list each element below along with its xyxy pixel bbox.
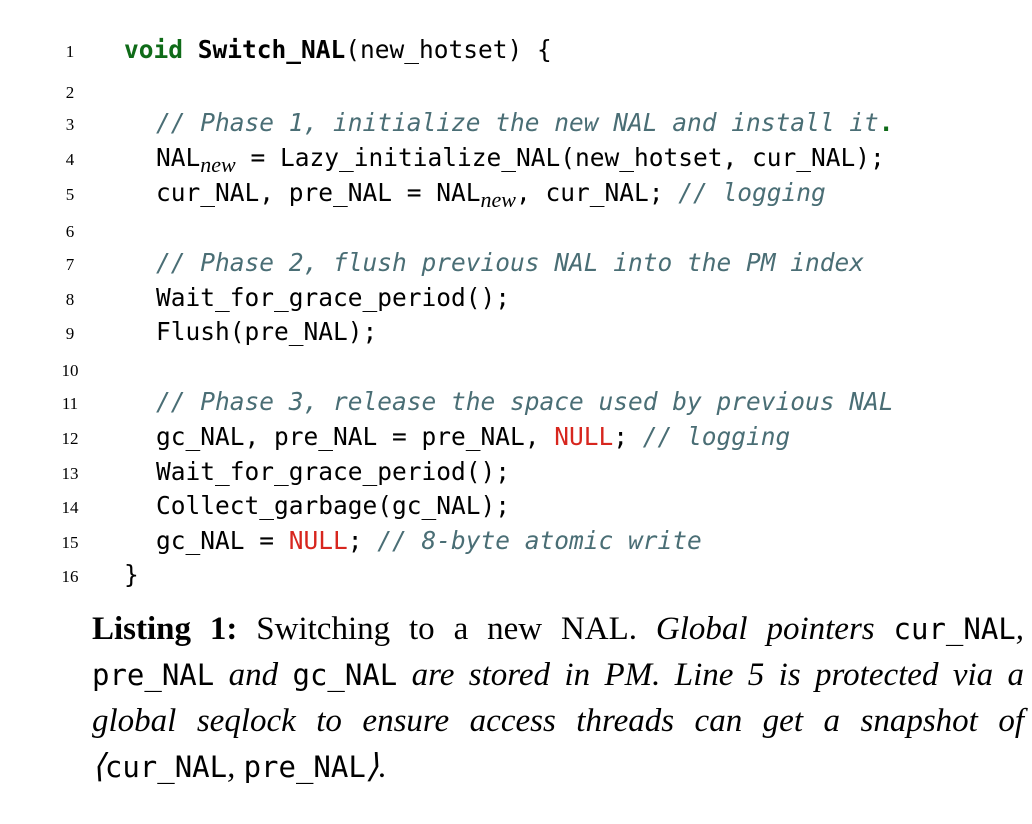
code-part: Wait_for_grace_period(); — [156, 283, 511, 312]
code-line: 9 Flush(pre_NAL); — [0, 315, 1032, 349]
line-number: 2 — [65, 83, 75, 102]
code-comment: // Phase 2, flush previous NAL into the … — [156, 248, 865, 277]
code-line: 16 } — [0, 558, 1032, 592]
code-text: NALnew = Lazy_initialize_NAL(new_hotset,… — [124, 141, 885, 177]
code-line: 6 — [0, 213, 1032, 247]
caption-label: Listing 1: — [92, 611, 238, 647]
code-line: 14 Collect_garbage(gc_NAL); — [0, 489, 1032, 523]
code-line: 10 — [0, 352, 1032, 386]
code-part: ; — [347, 526, 378, 555]
code-part: NAL — [156, 143, 201, 172]
subscript: new — [480, 187, 516, 212]
code-part: gc_NAL, pre_NAL = pre_NAL, — [156, 422, 555, 451]
code-text: } — [124, 558, 139, 592]
function-name: Switch_NAL — [197, 35, 346, 64]
null-literal: NULL — [288, 526, 348, 555]
code-text: Wait_for_grace_period(); — [124, 455, 510, 489]
code-part: Wait_for_grace_period(); — [156, 457, 511, 486]
code-text: Collect_garbage(gc_NAL); — [124, 489, 510, 523]
code-line: 5 cur_NAL, pre_NAL = NALnew, cur_NAL; //… — [0, 176, 1032, 212]
caption-text: , — [1015, 611, 1024, 647]
code-line: 12 gc_NAL, pre_NAL = pre_NAL, NULL; // l… — [0, 420, 1032, 454]
code-ref: pre_NAL — [243, 750, 366, 784]
null-literal: NULL — [554, 422, 614, 451]
listing-caption: Listing 1: Switching to a new NAL. Globa… — [92, 606, 1024, 790]
line-number: 5 — [65, 185, 75, 204]
caption-text: and — [214, 657, 293, 693]
code-part: = Lazy_initialize_NAL(new_hotset, cur_NA… — [235, 143, 885, 172]
line-number: 11 — [61, 394, 79, 413]
code-part: } — [124, 560, 139, 589]
code-ref: cur_NAL — [893, 612, 1016, 646]
line-number: 9 — [65, 324, 75, 343]
code-line: 4 NALnew = Lazy_initialize_NAL(new_hotse… — [0, 141, 1032, 177]
code-part: gc_NAL = — [156, 526, 289, 555]
code-text: // Phase 1, initialize the new NAL and i… — [124, 106, 894, 140]
code-part: Flush(pre_NAL); — [156, 317, 378, 346]
caption-text: Global pointers — [655, 611, 894, 647]
code-comment: // 8-byte atomic write — [377, 526, 702, 555]
line-number: 13 — [61, 464, 79, 483]
code-text: void Switch_NAL(new_hotset) { — [124, 33, 552, 67]
comment-dot: . — [878, 108, 894, 137]
code-rest: (new_hotset) { — [345, 35, 552, 64]
code-line: 15 gc_NAL = NULL; // 8-byte atomic write — [0, 524, 1032, 558]
code-line: 3 // Phase 1, initialize the new NAL and… — [0, 106, 1032, 140]
code-part: ; — [613, 422, 643, 451]
code-text: Flush(pre_NAL); — [124, 315, 377, 349]
code-part: cur_NAL, pre_NAL = NAL — [156, 178, 481, 207]
code-comment: // logging — [642, 422, 791, 451]
line-number: 4 — [65, 150, 75, 169]
caption-title: Switching to a new NAL. — [237, 611, 656, 647]
code-comment: // Phase 3, release the space used by pr… — [156, 387, 894, 416]
code-comment: // Phase 1, initialize the new NAL and i… — [156, 108, 879, 137]
code-ref: gc_NAL — [292, 658, 398, 692]
code-text: Wait_for_grace_period(); — [124, 281, 510, 315]
code-text: // Phase 3, release the space used by pr… — [124, 385, 894, 419]
code-text: cur_NAL, pre_NAL = NALnew, cur_NAL; // l… — [124, 176, 826, 212]
code-part: , cur_NAL; — [515, 178, 679, 207]
code-part: Collect_garbage(gc_NAL); — [156, 491, 511, 520]
code-line: 2 — [0, 74, 1032, 108]
code-comment: // logging — [678, 178, 826, 207]
subscript: new — [200, 152, 236, 177]
line-number: 16 — [61, 567, 79, 586]
code-text: gc_NAL, pre_NAL = pre_NAL, NULL; // logg… — [124, 420, 790, 454]
line-number: 14 — [61, 498, 79, 517]
code-line: 1 void Switch_NAL(new_hotset) { — [0, 33, 1032, 67]
line-number: 15 — [61, 533, 79, 552]
line-number: 1 — [65, 42, 75, 61]
keyword: void — [124, 35, 184, 64]
caption-text: ⟩. — [365, 749, 387, 785]
code-text: // Phase 2, flush previous NAL into the … — [124, 246, 864, 280]
line-number: 7 — [65, 255, 75, 274]
line-number: 12 — [61, 429, 79, 448]
line-number: 8 — [65, 290, 75, 309]
caption-text: , — [227, 749, 244, 785]
code-ref: pre_NAL — [92, 658, 215, 692]
code-ref: cur_NAL — [104, 750, 228, 784]
code-line: 13 Wait_for_grace_period(); — [0, 455, 1032, 489]
line-number: 6 — [65, 222, 75, 241]
line-number: 10 — [61, 361, 79, 380]
code-line: 8 Wait_for_grace_period(); — [0, 281, 1032, 315]
code-line: 7 // Phase 2, flush previous NAL into th… — [0, 246, 1032, 280]
code-text: gc_NAL = NULL; // 8-byte atomic write — [124, 524, 702, 558]
line-number: 3 — [65, 115, 75, 134]
code-line: 11 // Phase 3, release the space used by… — [0, 385, 1032, 419]
